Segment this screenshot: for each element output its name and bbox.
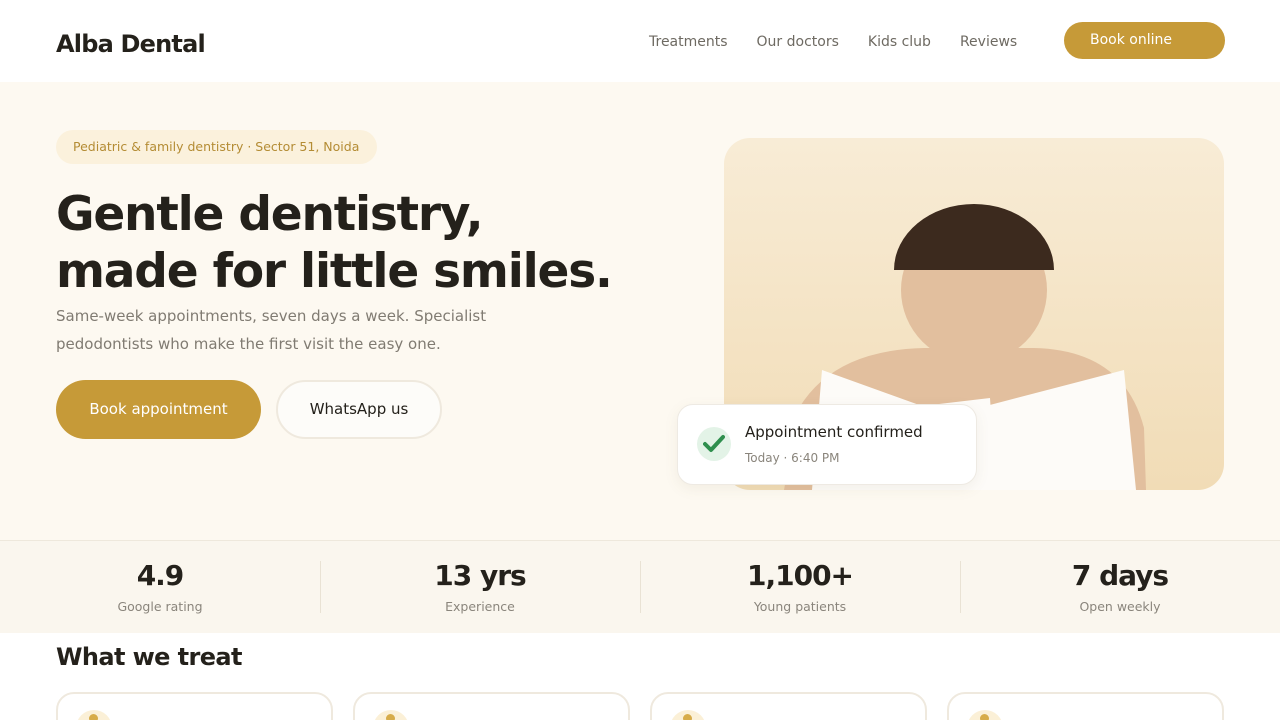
whatsapp-button[interactable]: WhatsApp us bbox=[276, 380, 442, 439]
stat-rating: 4.9 Google rating bbox=[0, 541, 320, 634]
treatment-icon bbox=[373, 710, 409, 720]
location-badge: Pediatric & family dentistry · Sector 51… bbox=[56, 130, 378, 164]
stat-value: 7 days bbox=[1071, 559, 1169, 592]
treatment-card[interactable] bbox=[947, 692, 1224, 720]
treatment-icon bbox=[967, 710, 1003, 720]
treatment-icon bbox=[670, 710, 706, 720]
stat-label: Young patients bbox=[753, 599, 847, 614]
stat-value: 13 yrs bbox=[434, 559, 526, 592]
appointment-toast: Appointment confirmed Today · 6:40 PM bbox=[677, 404, 977, 485]
stat-experience: 13 yrs Experience bbox=[320, 541, 640, 634]
treatment-icon bbox=[76, 710, 112, 720]
nav-our-doctors[interactable]: Our doctors bbox=[757, 34, 839, 50]
headline-line-1: Gentle dentistry, bbox=[56, 187, 484, 242]
stat-value: 1,100+ bbox=[746, 559, 854, 592]
book-appointment-button[interactable]: Book appointment bbox=[56, 380, 261, 439]
stat-label: Google rating bbox=[117, 599, 203, 614]
treatment-card[interactable] bbox=[650, 692, 927, 720]
stat-label: Open weekly bbox=[1079, 599, 1161, 614]
hero-subtitle: Same-week appointments, seven days a wee… bbox=[56, 307, 487, 353]
check-icon bbox=[697, 427, 731, 461]
hero-section: Pediatric & family dentistry · Sector 51… bbox=[0, 82, 1280, 540]
hero-headline: Gentle dentistry, made for little smiles… bbox=[56, 186, 676, 300]
logo[interactable]: Alba Dental bbox=[56, 30, 206, 58]
stat-open-days: 7 days Open weekly bbox=[960, 541, 1280, 634]
treatment-card[interactable] bbox=[56, 692, 333, 720]
site-header: Alba Dental Treatments Our doctors Kids … bbox=[0, 0, 1280, 82]
stat-label: Experience bbox=[445, 599, 515, 614]
headline-line-2: made for little smiles. bbox=[56, 244, 613, 299]
stat-patients: 1,100+ Young patients bbox=[640, 541, 960, 634]
treatment-card[interactable] bbox=[353, 692, 630, 720]
section-title: What we treat bbox=[56, 643, 242, 671]
stats-bar: 4.9 Google rating 13 yrs Experience 1,10… bbox=[0, 540, 1280, 633]
stat-value: 4.9 bbox=[136, 559, 185, 592]
nav-treatments[interactable]: Treatments bbox=[649, 34, 728, 50]
nav-kids-club[interactable]: Kids club bbox=[868, 34, 931, 50]
nav-reviews[interactable]: Reviews bbox=[960, 34, 1017, 50]
toast-detail: Today · 6:40 PM bbox=[745, 451, 840, 465]
book-online-button[interactable]: Book online bbox=[1064, 22, 1225, 59]
toast-title: Appointment confirmed bbox=[745, 423, 923, 441]
main-nav: Treatments Our doctors Kids club Reviews bbox=[649, 34, 1017, 50]
